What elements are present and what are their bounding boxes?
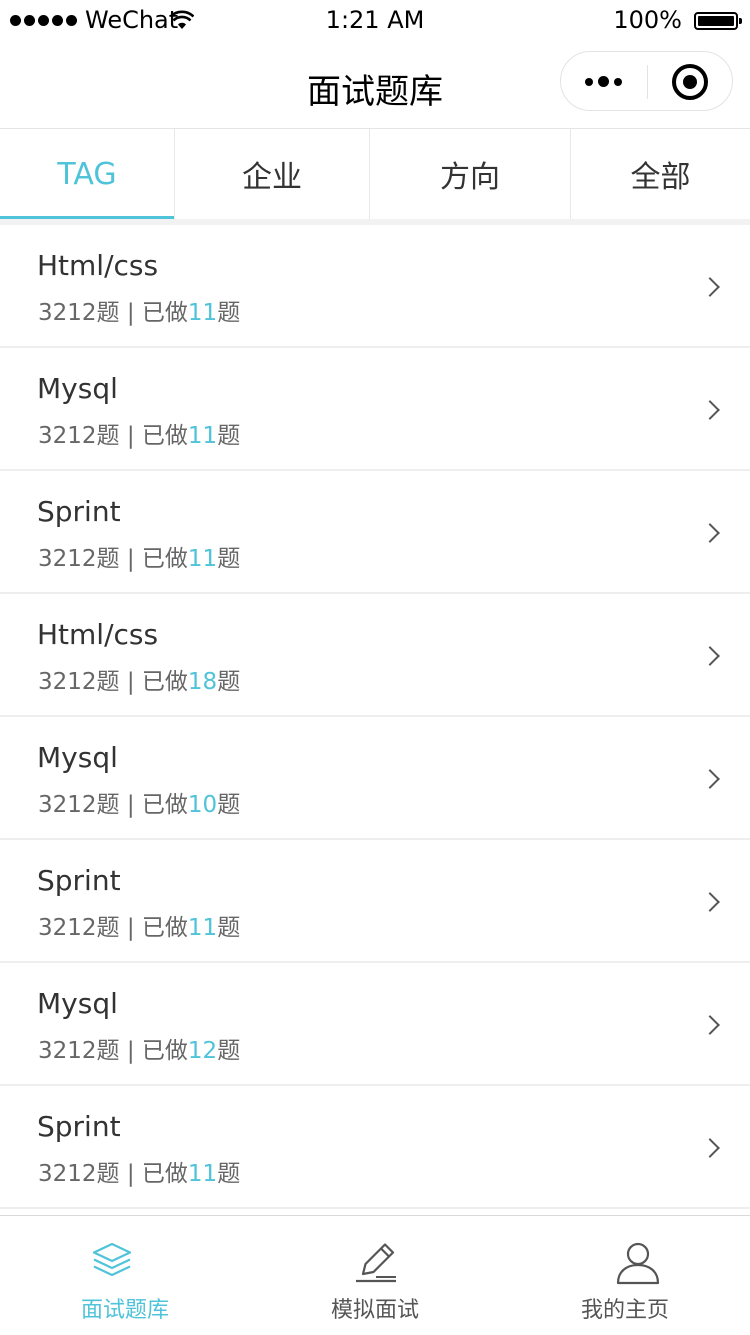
- list-item[interactable]: Html/css 3212题 | 已做11题: [0, 225, 750, 348]
- item-title: Mysql: [37, 741, 118, 774]
- tabbar-label: 模拟面试: [330, 1298, 419, 1323]
- list-item[interactable]: Sprint 3212题 | 已做11题: [0, 1086, 750, 1209]
- item-title: Html/css: [37, 618, 159, 651]
- done-suffix: 题: [217, 300, 241, 326]
- done-suffix: 题: [217, 423, 241, 449]
- item-title: Sprint: [37, 495, 121, 528]
- done-prefix: 已做: [141, 915, 188, 941]
- battery-icon: [694, 12, 742, 30]
- layers-icon: [92, 1242, 132, 1277]
- tab-direction[interactable]: 方向: [370, 129, 571, 219]
- meta-separator: |: [119, 1161, 142, 1187]
- tab-tag[interactable]: TAG: [0, 129, 175, 219]
- chevron-right-icon: [700, 277, 720, 297]
- chevron-right-icon: [700, 769, 720, 789]
- item-meta: 3212题 | 已做12题: [38, 1031, 240, 1065]
- meta-separator: |: [119, 300, 142, 326]
- total-count: 3212题: [38, 915, 120, 941]
- total-count: 3212题: [38, 1161, 120, 1187]
- item-title: Html/css: [37, 249, 159, 282]
- close-target-icon[interactable]: [672, 64, 708, 100]
- item-title: Sprint: [37, 1110, 121, 1143]
- done-suffix: 题: [217, 792, 241, 818]
- capsule-divider: [647, 65, 648, 99]
- total-count: 3212题: [38, 1038, 120, 1064]
- list-item[interactable]: Html/css 3212题 | 已做18题: [0, 594, 750, 717]
- item-meta: 3212题 | 已做11题: [38, 539, 240, 573]
- done-suffix: 题: [217, 546, 241, 572]
- done-prefix: 已做: [141, 546, 188, 572]
- status-bar: WeChat 1:21 AM 100%: [0, 0, 750, 44]
- done-count: 11: [187, 423, 218, 449]
- total-count: 3212题: [38, 792, 120, 818]
- total-count: 3212题: [38, 546, 120, 572]
- item-title: Sprint: [37, 864, 121, 897]
- chevron-right-icon: [700, 646, 720, 666]
- tabbar-label: 我的主页: [580, 1298, 669, 1323]
- chevron-right-icon: [700, 892, 720, 912]
- done-suffix: 题: [217, 1161, 241, 1187]
- list-item[interactable]: Mysql 3212题 | 已做10题: [0, 717, 750, 840]
- item-meta: 3212题 | 已做11题: [38, 908, 240, 942]
- nav-bar: 面试题库: [0, 44, 750, 129]
- tab-all[interactable]: 全部: [571, 129, 750, 219]
- total-count: 3212题: [38, 423, 120, 449]
- tabbar-mock-interview[interactable]: 模拟面试: [250, 1216, 500, 1335]
- total-count: 3212题: [38, 669, 120, 695]
- item-meta: 3212题 | 已做18题: [38, 662, 240, 696]
- question-bank-list: Html/css 3212题 | 已做11题 Mysql 3212题 | 已做1…: [0, 225, 750, 1209]
- item-title: Mysql: [37, 372, 118, 405]
- chevron-right-icon: [700, 523, 720, 543]
- list-item[interactable]: Mysql 3212题 | 已做11题: [0, 348, 750, 471]
- list-item[interactable]: Sprint 3212题 | 已做11题: [0, 471, 750, 594]
- done-prefix: 已做: [141, 1038, 188, 1064]
- done-suffix: 题: [217, 915, 241, 941]
- done-count: 11: [187, 915, 218, 941]
- tabbar-label: 面试题库: [80, 1298, 169, 1323]
- done-prefix: 已做: [141, 300, 188, 326]
- meta-separator: |: [119, 423, 142, 449]
- category-tabs: TAG 企业 方向 全部: [0, 129, 750, 219]
- list-item[interactable]: Sprint 3212题 | 已做11题: [0, 840, 750, 963]
- list-item[interactable]: Mysql 3212题 | 已做12题: [0, 963, 750, 1086]
- done-prefix: 已做: [141, 792, 188, 818]
- more-icon[interactable]: [585, 76, 622, 87]
- done-count: 11: [187, 1161, 218, 1187]
- item-meta: 3212题 | 已做11题: [38, 293, 240, 327]
- done-count: 10: [187, 792, 218, 818]
- bottom-tab-bar: 面试题库 模拟面试 我的主页: [0, 1215, 750, 1335]
- item-title: Mysql: [37, 987, 118, 1020]
- done-suffix: 题: [217, 1038, 241, 1064]
- item-meta: 3212题 | 已做11题: [38, 416, 240, 450]
- item-meta: 3212题 | 已做10题: [38, 785, 240, 819]
- pencil-icon: [356, 1243, 396, 1283]
- miniprogram-capsule: [560, 51, 733, 111]
- meta-separator: |: [119, 546, 142, 572]
- meta-separator: |: [119, 1038, 142, 1064]
- done-count: 12: [187, 1038, 218, 1064]
- done-suffix: 题: [217, 669, 241, 695]
- tabbar-question-bank[interactable]: 面试题库: [0, 1216, 250, 1335]
- user-icon: [616, 1242, 660, 1285]
- chevron-right-icon: [700, 1015, 720, 1035]
- meta-separator: |: [119, 915, 142, 941]
- tabbar-my-home[interactable]: 我的主页: [500, 1216, 750, 1335]
- meta-separator: |: [119, 792, 142, 818]
- done-prefix: 已做: [141, 1161, 188, 1187]
- chevron-right-icon: [700, 1138, 720, 1158]
- done-count: 18: [187, 669, 218, 695]
- item-meta: 3212题 | 已做11题: [38, 1154, 240, 1188]
- chevron-right-icon: [700, 400, 720, 420]
- meta-separator: |: [119, 669, 142, 695]
- done-count: 11: [187, 300, 218, 326]
- tab-company[interactable]: 企业: [175, 129, 370, 219]
- done-prefix: 已做: [141, 669, 188, 695]
- total-count: 3212题: [38, 300, 120, 326]
- done-count: 11: [187, 546, 218, 572]
- battery-percent: 100%: [613, 6, 682, 34]
- done-prefix: 已做: [141, 423, 188, 449]
